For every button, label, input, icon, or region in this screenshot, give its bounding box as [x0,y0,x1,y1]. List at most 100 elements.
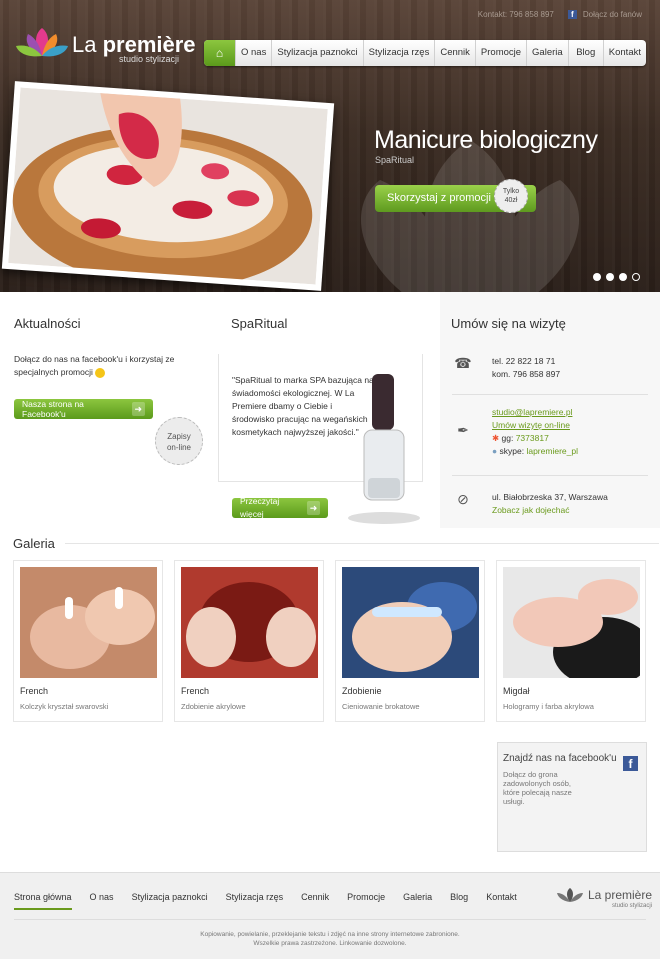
gallery-photo-acrylic-nails [181,567,318,678]
arrow-right-icon: ➜ [306,501,320,515]
phone-row: ☎ tel. 22 822 18 71 kom. 796 858 897 [452,355,648,381]
spa-title: SpaRitual [231,316,288,331]
logo-name: La première [72,34,196,56]
gallery-card[interactable]: Zdobienie Cieniowanie brokatowe [335,560,485,722]
price-badge: Tylko 40zł [494,179,528,213]
footer-logo[interactable]: La première studio stylizacji [556,887,652,909]
footer-logo-name: La première [587,888,652,902]
nav-item-kontakt[interactable]: Kontakt [602,40,646,66]
arrow-right-icon: ➜ [131,402,145,416]
email-link[interactable]: studio@lapremiere.pl [492,407,572,417]
gallery-item-title: French [181,686,210,696]
facebook-page-button-label: Nasza strona na Facebook'u [22,399,84,419]
slider-subtitle: SpaRitual [375,155,415,165]
nav-item-stylizacja-paznokci[interactable]: Stylizacja paznokci [271,40,362,66]
news-text: Dołącz do nas na facebook'u i korzystaj … [14,354,175,377]
address-row: ⊘ ul. Białobrzeska 37, Warszawa Zobacz j… [452,491,648,517]
slider-dot-1[interactable] [593,273,601,281]
skype-id: lapremiere_pl [526,446,578,456]
facebook-find-box[interactable]: Znajdź nas na facebook'u Dołącz do grona… [497,742,647,852]
footer-nav-promocje[interactable]: Promocje [347,892,385,910]
gallery-item-title: Migdał [503,686,530,696]
facebook-find-desc: Dołącz do grona zadowolonych osób, które… [503,770,572,806]
news-section: Aktualności Dołącz do nas na facebook'u … [14,316,194,419]
gallery-card[interactable]: French Kolczyk kryształ swarovski [13,560,163,722]
facebook-page-button[interactable]: Nasza strona na Facebook'u ➜ [14,399,153,419]
nail-polish-bottle-image [348,374,420,524]
online-booking-badge-line1: Zapisy [167,432,191,441]
copyright-line2: Wszelkie prawa zastrzeżone. Linkowanie d… [253,940,407,947]
facebook-find-title: Znajdź nas na facebook'u [503,753,617,764]
footer-nav-cennik[interactable]: Cennik [301,892,329,910]
nav-item-o-nas[interactable]: O nas [235,40,271,66]
facebook-fans-link[interactable]: f Dołącz do fanów [567,10,642,19]
gallery-photo-french-nails [20,567,157,678]
phone-mobile: kom. 796 858 897 [492,369,561,379]
facebook-icon: f [567,10,577,19]
header: Kontakt: 796 858 897 f Dołącz do fanów La… [0,0,660,292]
nav-item-promocje[interactable]: Promocje [474,40,526,66]
footer: Strona główna O nas Stylizacja paznokci … [0,872,660,959]
address-text: ul. Białobrzeska 37, Warszawa [492,492,608,502]
footer-nav-stylizacja-paznokci[interactable]: Stylizacja paznokci [132,892,208,910]
appointment-section: Umów się na wizytę ☎ tel. 22 822 18 71 k… [440,292,660,528]
book-online-link[interactable]: Umów wizytę on-line [492,420,570,430]
online-booking-badge-line2: on-line [166,443,191,452]
gallery-item-desc: Hologramy i farba akrylowa [503,702,594,711]
footer-nav: Strona główna O nas Stylizacja paznokci … [14,892,517,910]
price-badge-line2: 40zł [504,197,518,204]
directions-link[interactable]: Zobacz jak dojechać [492,505,570,515]
gallery-card[interactable]: French Zdobienie akrylowe [174,560,324,722]
gallery-header-line [64,543,659,544]
gallery-item-desc: Zdobienie akrylowe [181,702,246,711]
pen-icon: ✒ [457,422,469,438]
footer-nav-o-nas[interactable]: O nas [90,892,114,910]
top-bar: Kontakt: 796 858 897 f Dołącz do fanów [478,10,642,19]
compass-icon: ⊘ [457,491,469,507]
logo-name-light: La [72,32,103,57]
gallery-title: Galeria [13,536,55,551]
read-more-button[interactable]: Przeczytaj więcej ➜ [232,496,328,519]
appointment-title: Umów się na wizytę [451,316,566,331]
nav-item-blog[interactable]: Blog [567,40,603,66]
gg-label: gg: [501,433,514,443]
gallery-item-desc: Kolczyk kryształ swarovski [20,702,109,711]
slider-pagination [593,273,640,281]
smiley-icon [95,367,106,378]
nav-item-galeria[interactable]: Galeria [526,40,568,66]
home-icon: ⌂ [215,46,224,60]
divider [452,394,648,395]
gg-icon: ✱ [492,433,500,443]
slider-dot-2[interactable] [606,273,614,281]
footer-nav-blog[interactable]: Blog [450,892,468,910]
nav-item-stylizacja-rzes[interactable]: Stylizacja rzęs [362,40,435,66]
contact-phone-text: Kontakt: 796 858 897 [477,10,554,19]
online-booking-badge[interactable]: Zapisy on-line [155,417,203,465]
slider-dot-4-active[interactable] [632,273,640,281]
lotus-logo-icon [16,28,68,57]
logo[interactable]: La première studio stylizacji [16,26,196,64]
gallery-item-desc: Cieniowanie brokatowe [342,702,420,711]
gg-number: 7373817 [515,433,549,443]
slider-photo-frame [1,81,335,291]
footer-divider [14,919,646,920]
main-content: Aktualności Dołącz do nas na facebook'u … [0,292,660,872]
nav-item-cennik[interactable]: Cennik [434,40,475,66]
main-nav: ⌂ O nas Stylizacja paznokci Stylizacja r… [204,40,646,66]
skype-icon: ● [492,446,498,456]
footer-nav-strona-glowna[interactable]: Strona główna [14,892,72,910]
footer-nav-galeria[interactable]: Galeria [403,892,432,910]
slider-title: Manicure biologiczny [374,126,598,154]
skype-label: skype: [499,446,525,456]
divider [452,475,648,476]
gallery-item-title: French [20,686,49,696]
footer-logo-subtitle: studio stylizacji [611,903,652,909]
price-badge-line1: Tylko [502,188,520,195]
home-button[interactable]: ⌂ [204,40,235,66]
slider-dot-3[interactable] [619,273,627,281]
footer-nav-stylizacja-rzes[interactable]: Stylizacja rzęs [226,892,284,910]
copyright-line1: Kopiowanie, powielanie, przeklejanie tek… [200,931,460,938]
facebook-icon: f [623,756,638,771]
gallery-card[interactable]: Migdał Hologramy i farba akrylowa [496,560,646,722]
footer-nav-kontakt[interactable]: Kontakt [486,892,517,910]
